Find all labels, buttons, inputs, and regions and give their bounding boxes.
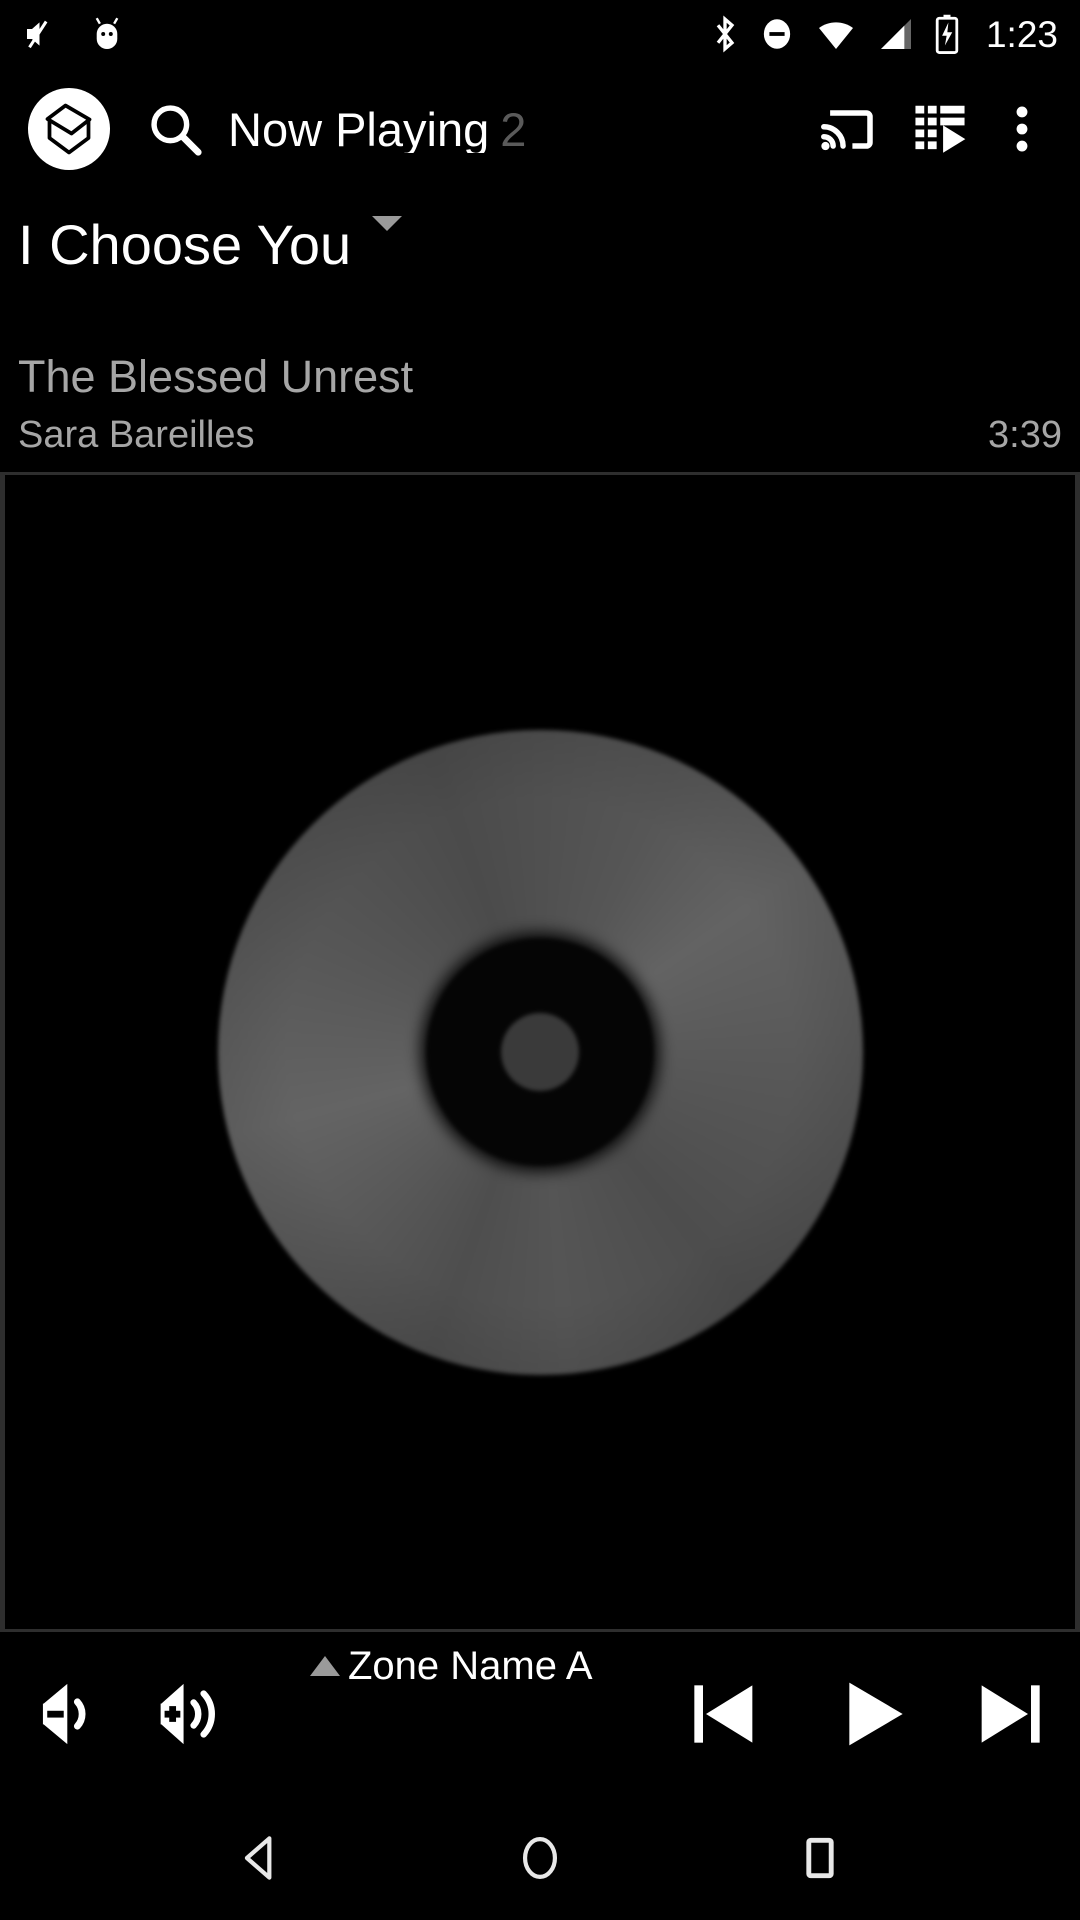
play-icon [849, 1682, 903, 1746]
track-title: I Choose You [18, 216, 352, 275]
app-bar-actions [802, 83, 1058, 175]
previous-track-icon [694, 1685, 753, 1743]
volume-mute-icon [27, 20, 48, 49]
do-not-disturb-icon [763, 19, 791, 49]
track-meta-row: Sara Bareilles 3:39 [18, 416, 1062, 454]
cast-icon [821, 110, 873, 151]
chevron-up-icon [310, 1656, 340, 1676]
recents-icon [806, 1837, 834, 1879]
search-button[interactable] [140, 94, 210, 164]
player-controls: Zone Name A [0, 1632, 1080, 1796]
wifi-icon [818, 22, 853, 49]
cast-button[interactable] [802, 83, 894, 175]
album-art-frame[interactable] [0, 472, 1080, 1632]
system-navigation-bar [0, 1796, 1080, 1920]
track-info: I Choose You The Blessed Unrest Sara Bar… [0, 190, 1080, 454]
status-bar-clock: 1:23 [985, 13, 1058, 55]
overflow-menu-button[interactable] [986, 83, 1058, 175]
volume-up-button[interactable] [130, 1662, 240, 1766]
search-icon [151, 105, 202, 156]
volume-down-button[interactable] [8, 1662, 118, 1766]
home-icon [522, 1836, 558, 1880]
now-playing-screen: 1:23 Now Playing 2 I Choose You The Bles… [0, 0, 1080, 1920]
volume-down-icon [42, 1683, 86, 1745]
app-bar: Now Playing 2 [0, 68, 1080, 231]
status-bar-right-icons: 1:23 [710, 13, 1058, 55]
battery-charging-icon [935, 14, 959, 54]
volume-up-icon [160, 1683, 215, 1745]
app-logo-icon[interactable] [28, 88, 110, 170]
previous-track-button[interactable] [672, 1662, 776, 1766]
overflow-menu-icon [1016, 106, 1028, 152]
album-art-cd-placeholder [217, 729, 863, 1375]
play-queue-button[interactable] [894, 83, 986, 175]
zone-name-label: Zone Name A [348, 1644, 593, 1688]
chevron-down-icon[interactable] [372, 216, 402, 231]
back-icon [244, 1836, 272, 1880]
track-album: The Blessed Unrest [18, 352, 414, 401]
android-head-icon [95, 17, 119, 50]
next-track-button[interactable] [958, 1662, 1062, 1766]
status-bar: 1:23 [0, 0, 1080, 68]
bluetooth-icon [716, 15, 735, 53]
nav-home-button[interactable] [492, 1810, 588, 1906]
now-playing-title-dropdown[interactable]: Now Playing 2 [228, 106, 802, 153]
play-queue-icon [915, 105, 966, 153]
nav-recents-button[interactable] [772, 1810, 868, 1906]
next-track-icon [981, 1685, 1040, 1743]
cd-hole [501, 1013, 579, 1092]
track-duration: 3:39 [988, 414, 1062, 457]
page-title: Now Playing [228, 105, 490, 153]
track-artist: Sara Bareilles [18, 416, 255, 455]
nav-back-button[interactable] [212, 1810, 308, 1906]
zone-selector[interactable]: Zone Name A [310, 1646, 593, 1686]
play-button[interactable] [822, 1662, 926, 1766]
cellular-signal-icon [880, 19, 911, 49]
queue-count-badge: 2 [500, 105, 527, 153]
status-bar-left-icons [22, 14, 126, 54]
